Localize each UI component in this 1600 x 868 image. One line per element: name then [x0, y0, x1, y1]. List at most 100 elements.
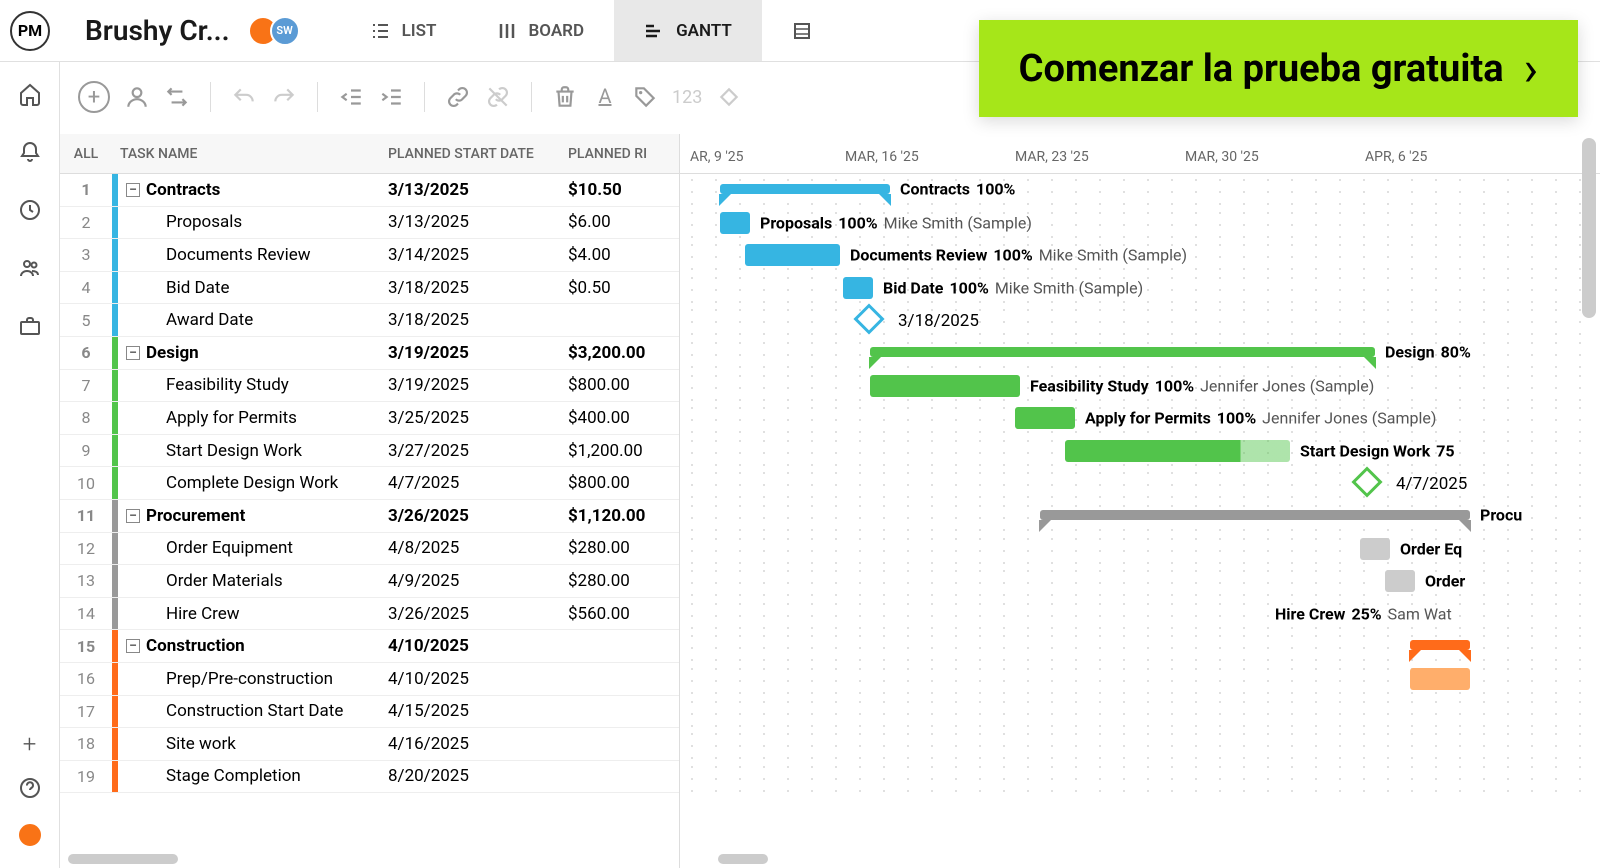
- gantt-bar[interactable]: Contracts 100%: [720, 184, 890, 194]
- planned-ri-cell[interactable]: $1,200.00: [560, 441, 679, 461]
- gantt-bar[interactable]: Apply for Permits 100% Jennifer Jones (S…: [1015, 407, 1075, 429]
- swap-icon[interactable]: [164, 84, 190, 110]
- planned-ri-cell[interactable]: $800.00: [560, 375, 679, 395]
- tag-icon[interactable]: [632, 84, 658, 110]
- planned-start-cell[interactable]: 3/19/2025: [380, 375, 560, 395]
- task-row[interactable]: 18 Site work 4/16/2025: [60, 728, 679, 761]
- planned-start-cell[interactable]: 4/7/2025: [380, 473, 560, 493]
- task-name-cell[interactable]: Documents Review: [118, 245, 380, 265]
- task-name-cell[interactable]: Prep/Pre-construction: [118, 669, 380, 689]
- planned-ri-cell[interactable]: $4.00: [560, 245, 679, 265]
- task-name-cell[interactable]: Hire Crew: [118, 604, 380, 624]
- task-name-cell[interactable]: Award Date: [118, 310, 380, 330]
- unlink-icon[interactable]: [485, 84, 511, 110]
- gantt-bar[interactable]: Start Design Work 75: [1065, 440, 1290, 462]
- task-name-cell[interactable]: Apply for Permits: [118, 408, 380, 428]
- collapse-icon[interactable]: −: [126, 346, 140, 360]
- col-planned-start[interactable]: PLANNED START DATE: [380, 146, 560, 162]
- collapse-icon[interactable]: −: [126, 639, 140, 653]
- planned-start-cell[interactable]: 3/26/2025: [380, 506, 560, 526]
- planned-start-cell[interactable]: 3/18/2025: [380, 278, 560, 298]
- task-name-cell[interactable]: Bid Date: [118, 278, 380, 298]
- planned-start-cell[interactable]: 3/18/2025: [380, 310, 560, 330]
- avatar-stack[interactable]: SW: [248, 16, 300, 46]
- gantt-bar[interactable]: Feasibility Study 100% Jennifer Jones (S…: [870, 375, 1020, 397]
- task-name-cell[interactable]: − Contracts: [118, 180, 380, 200]
- planned-start-cell[interactable]: 3/13/2025: [380, 212, 560, 232]
- redo-icon[interactable]: [271, 84, 297, 110]
- task-name-cell[interactable]: Construction Start Date: [118, 701, 380, 721]
- planned-start-cell[interactable]: 3/26/2025: [380, 604, 560, 624]
- link-icon[interactable]: [445, 84, 471, 110]
- task-row[interactable]: 19 Stage Completion 8/20/2025: [60, 761, 679, 794]
- milestone-icon[interactable]: [716, 84, 742, 110]
- indent-icon[interactable]: [378, 84, 404, 110]
- planned-start-cell[interactable]: 3/27/2025: [380, 441, 560, 461]
- gantt-bar[interactable]: Bid Date 100% Mike Smith (Sample): [843, 277, 873, 299]
- tab-gantt[interactable]: GANTT: [614, 0, 762, 61]
- collapse-icon[interactable]: −: [126, 509, 140, 523]
- gantt-bar[interactable]: [1410, 668, 1470, 690]
- planned-ri-cell[interactable]: $0.50: [560, 278, 679, 298]
- tab-more[interactable]: [762, 0, 842, 61]
- task-row[interactable]: 7 Feasibility Study 3/19/2025 $800.00: [60, 370, 679, 403]
- gantt-bar[interactable]: Design 80%: [870, 347, 1375, 357]
- planned-start-cell[interactable]: 4/10/2025: [380, 636, 560, 656]
- planned-start-cell[interactable]: 8/20/2025: [380, 766, 560, 786]
- planned-start-cell[interactable]: 4/16/2025: [380, 734, 560, 754]
- collapse-icon[interactable]: −: [126, 183, 140, 197]
- task-row[interactable]: 13 Order Materials 4/9/2025 $280.00: [60, 565, 679, 598]
- project-title[interactable]: Brushy Cr...: [85, 14, 230, 47]
- task-name-cell[interactable]: − Construction: [118, 636, 380, 656]
- tab-board[interactable]: BOARD: [467, 0, 615, 61]
- task-row[interactable]: 8 Apply for Permits 3/25/2025 $400.00: [60, 402, 679, 435]
- task-row[interactable]: 4 Bid Date 3/18/2025 $0.50: [60, 272, 679, 305]
- text-color-icon[interactable]: A: [592, 84, 618, 110]
- planned-ri-cell[interactable]: $1,120.00: [560, 506, 679, 526]
- planned-ri-cell[interactable]: $800.00: [560, 473, 679, 493]
- gantt-bar[interactable]: Documents Review 100% Mike Smith (Sample…: [745, 244, 840, 266]
- task-row[interactable]: 10 Complete Design Work 4/7/2025 $800.00: [60, 467, 679, 500]
- task-row[interactable]: 3 Documents Review 3/14/2025 $4.00: [60, 239, 679, 272]
- briefcase-icon[interactable]: [18, 314, 42, 338]
- person-icon[interactable]: [124, 84, 150, 110]
- task-row[interactable]: 17 Construction Start Date 4/15/2025: [60, 696, 679, 729]
- help-icon[interactable]: [18, 776, 42, 800]
- task-name-cell[interactable]: Feasibility Study: [118, 375, 380, 395]
- task-name-cell[interactable]: Stage Completion: [118, 766, 380, 786]
- task-row[interactable]: 15 − Construction 4/10/2025: [60, 630, 679, 663]
- home-icon[interactable]: [18, 82, 42, 106]
- gantt-bar[interactable]: Order Eq: [1360, 538, 1390, 560]
- task-row[interactable]: 12 Order Equipment 4/8/2025 $280.00: [60, 533, 679, 566]
- task-row[interactable]: 11 − Procurement 3/26/2025 $1,120.00: [60, 500, 679, 533]
- outdent-icon[interactable]: [338, 84, 364, 110]
- col-all[interactable]: ALL: [60, 146, 112, 162]
- task-name-cell[interactable]: Site work: [118, 734, 380, 754]
- planned-start-cell[interactable]: 3/13/2025: [380, 180, 560, 200]
- gantt-bar[interactable]: Order: [1385, 570, 1415, 592]
- task-name-cell[interactable]: Complete Design Work: [118, 473, 380, 493]
- planned-ri-cell[interactable]: $280.00: [560, 571, 679, 591]
- bell-icon[interactable]: [18, 140, 42, 164]
- user-avatar[interactable]: [17, 822, 43, 848]
- task-name-cell[interactable]: − Design: [118, 343, 380, 363]
- avatar[interactable]: SW: [270, 16, 300, 46]
- gantt-bar[interactable]: Procu: [1040, 510, 1470, 520]
- planned-start-cell[interactable]: 4/10/2025: [380, 669, 560, 689]
- planned-start-cell[interactable]: 3/19/2025: [380, 343, 560, 363]
- task-name-cell[interactable]: Order Materials: [118, 571, 380, 591]
- gantt-bar[interactable]: Proposals 100% Mike Smith (Sample): [720, 212, 750, 234]
- planned-ri-cell[interactable]: $560.00: [560, 604, 679, 624]
- col-task-name[interactable]: TASK NAME: [112, 146, 380, 162]
- planned-ri-cell[interactable]: $6.00: [560, 212, 679, 232]
- plus-icon[interactable]: +: [18, 730, 42, 754]
- cta-free-trial[interactable]: Comenzar la prueba gratuita: [979, 20, 1578, 117]
- col-planned-ri[interactable]: PLANNED RI: [560, 146, 679, 162]
- team-icon[interactable]: [18, 256, 42, 280]
- trash-icon[interactable]: [552, 84, 578, 110]
- task-row[interactable]: 1 − Contracts 3/13/2025 $10.50: [60, 174, 679, 207]
- planned-ri-cell[interactable]: $10.50: [560, 180, 679, 200]
- task-row[interactable]: 5 Award Date 3/18/2025: [60, 304, 679, 337]
- planned-start-cell[interactable]: 4/9/2025: [380, 571, 560, 591]
- gantt-bar[interactable]: Hire Crew 25% Sam Wat: [1040, 603, 1265, 625]
